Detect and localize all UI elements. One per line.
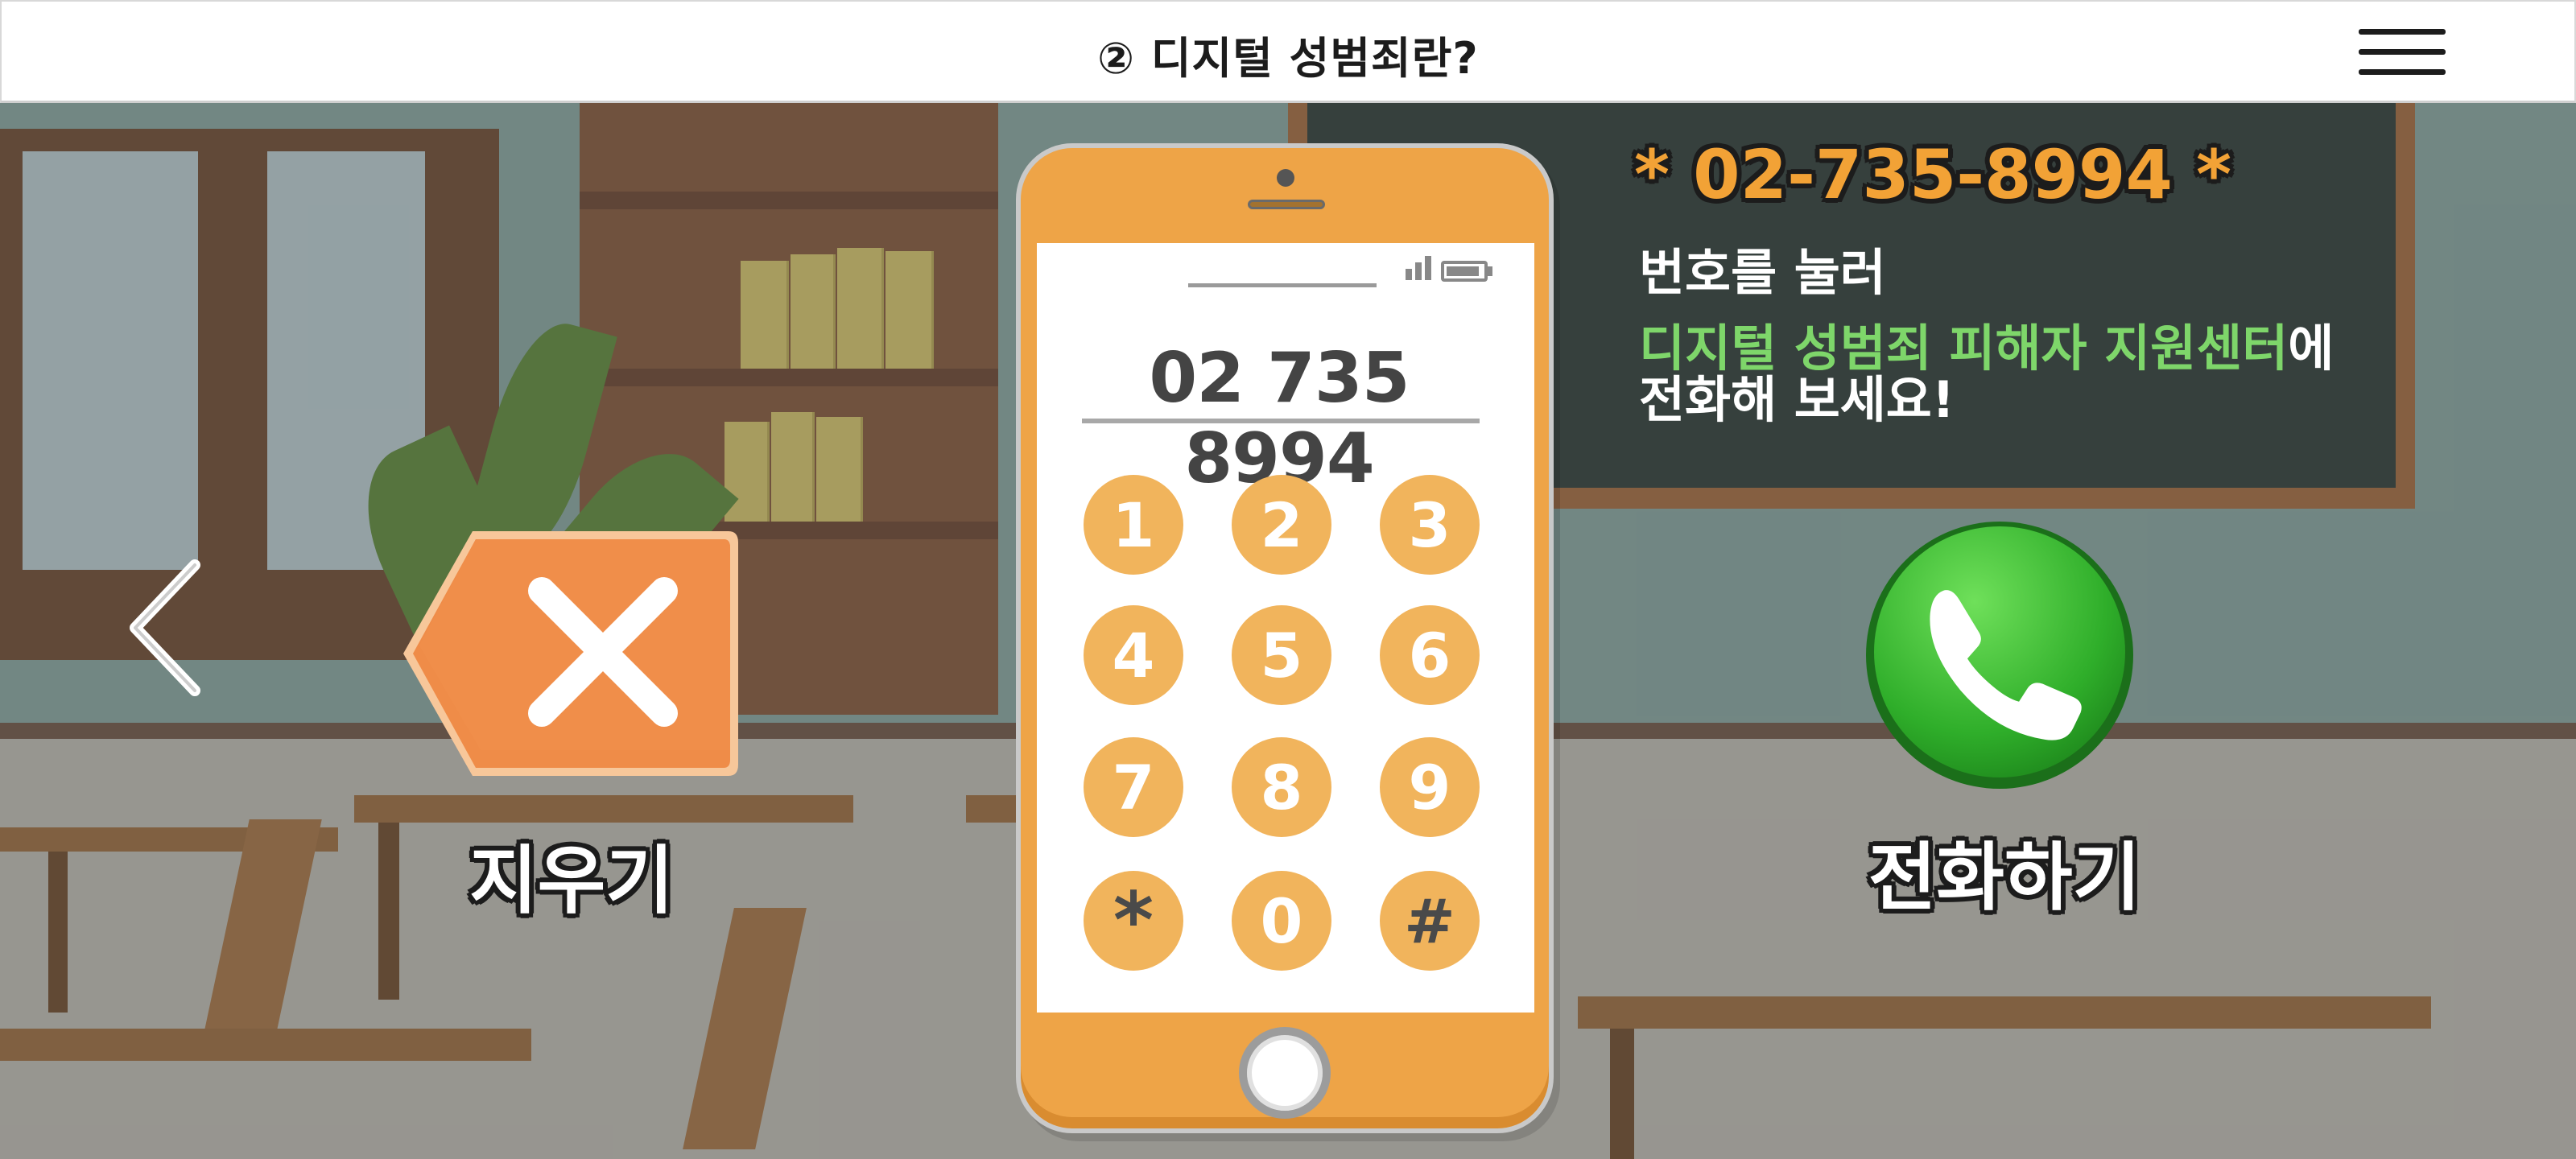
key-hash[interactable]: # [1380, 871, 1480, 971]
key-9[interactable]: 9 [1380, 737, 1480, 837]
phone-speaker [1248, 200, 1325, 209]
key-star[interactable]: * [1084, 871, 1183, 971]
status-bar-line [1188, 283, 1377, 287]
page-title: ② 디지털 성범죄란? [1097, 33, 1479, 84]
hotline-number: * 02-735-8994 * [1634, 135, 2232, 214]
hamburger-menu-icon[interactable] [2359, 29, 2446, 76]
key-8[interactable]: 8 [1232, 737, 1331, 837]
menu-bar-line [2359, 29, 2446, 35]
instruction-line-2-suffix: 에 [2288, 319, 2334, 377]
key-0[interactable]: 0 [1232, 871, 1331, 971]
phone-camera [1277, 169, 1294, 187]
key-2[interactable]: 2 [1232, 475, 1331, 575]
call-label: 전화하기 [1868, 835, 2141, 921]
battery-tip [1488, 266, 1492, 276]
chevron-left-icon[interactable] [121, 555, 209, 700]
phone-home-button [1239, 1027, 1331, 1119]
key-5[interactable]: 5 [1232, 605, 1331, 705]
key-4[interactable]: 4 [1084, 605, 1183, 705]
instruction-line-3: 전화해 보세요! [1639, 370, 1955, 429]
key-7[interactable]: 7 [1084, 737, 1183, 837]
instruction-line-1: 번호를 눌러 [1639, 243, 1886, 302]
top-bar: ② 디지털 성범죄란? [0, 0, 2576, 103]
backspace-x-icon[interactable] [398, 525, 741, 782]
erase-label: 지우기 [469, 838, 674, 924]
key-3[interactable]: 3 [1380, 475, 1480, 575]
phone-device: 02 735 8994 1 2 3 4 5 6 7 8 9 * 0 # [1016, 143, 1554, 1133]
key-1[interactable]: 1 [1084, 475, 1183, 575]
signal-icon [1425, 256, 1431, 280]
menu-bar-line [2359, 49, 2446, 55]
phone-screen: 02 735 8994 1 2 3 4 5 6 7 8 9 * 0 # [1037, 243, 1534, 1013]
menu-bar-line [2359, 69, 2446, 75]
dial-display-underline [1082, 419, 1480, 423]
signal-icon [1406, 269, 1412, 280]
battery-icon [1441, 261, 1488, 282]
battery-fill [1447, 266, 1479, 276]
key-6[interactable]: 6 [1380, 605, 1480, 705]
phone-handset-icon[interactable] [1864, 519, 2136, 791]
signal-icon [1415, 262, 1422, 280]
